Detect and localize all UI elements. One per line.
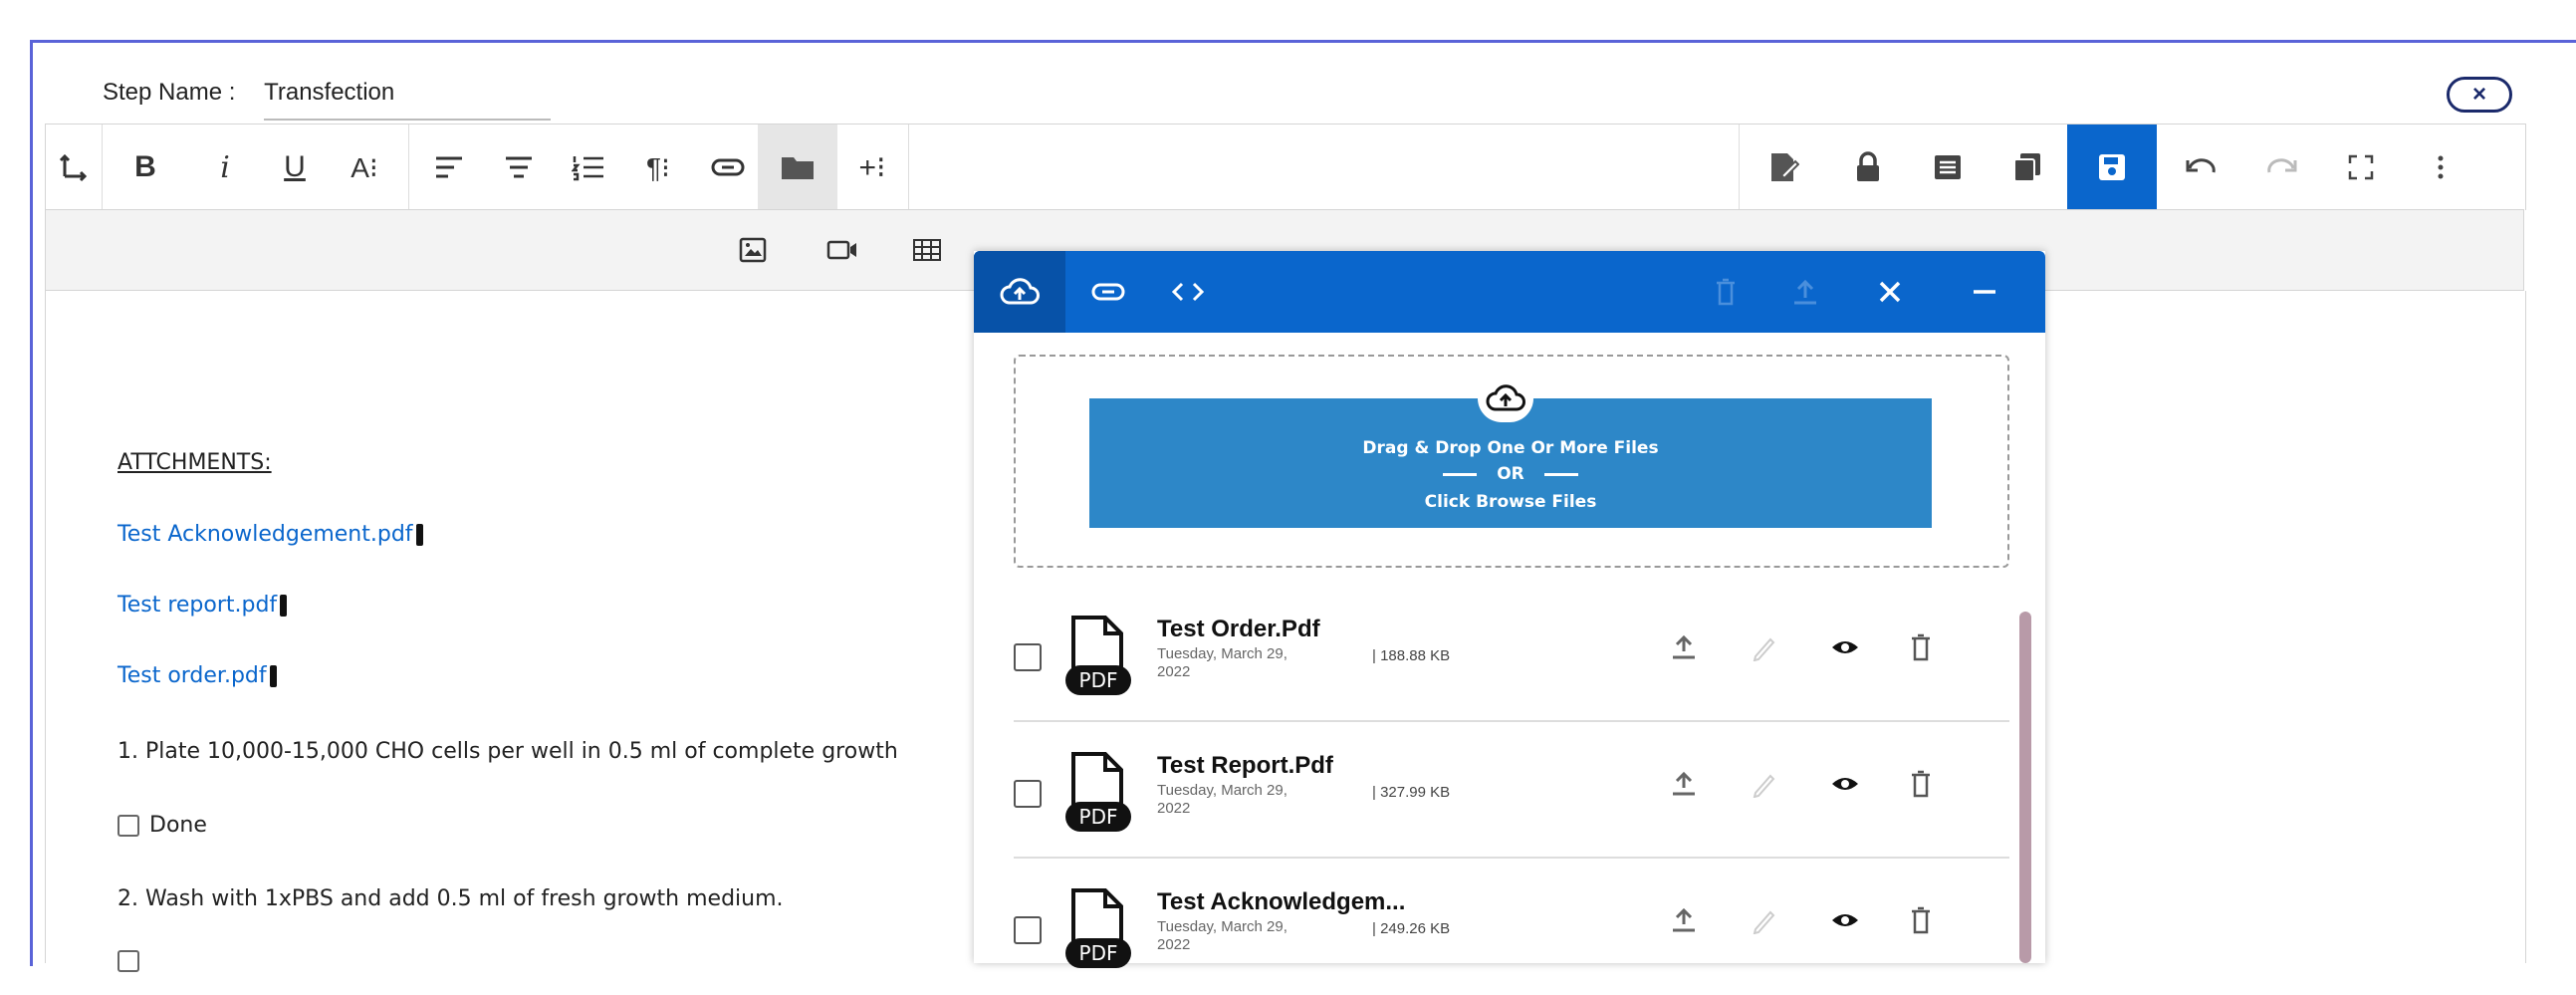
dropzone-line-1: Drag & Drop One Or More Files — [1362, 438, 1659, 458]
cursor-marker-icon — [280, 595, 288, 617]
image-icon[interactable] — [723, 210, 783, 290]
paragraph-button[interactable]: ¶⁝ — [618, 124, 698, 210]
file-type-label: PDF — [1079, 805, 1118, 829]
delete-icon[interactable] — [1910, 906, 1932, 941]
attachment-link-acknowledgement[interactable]: Test Acknowledgement.pdf — [117, 522, 423, 547]
ordered-list-icon[interactable] — [549, 124, 628, 210]
cursor-marker-icon — [269, 665, 277, 687]
font-size-button[interactable]: A⁝ — [325, 124, 404, 210]
protocol-step-1: 1. Plate 10,000-15,000 CHO cells per wel… — [117, 739, 898, 764]
attachment-link-report[interactable]: Test report.pdf — [117, 593, 288, 618]
list-view-icon[interactable] — [1908, 124, 1988, 210]
video-icon[interactable] — [813, 210, 872, 290]
file-checkbox[interactable] — [1014, 780, 1042, 808]
link-icon[interactable] — [1068, 251, 1148, 333]
table-icon[interactable] — [897, 210, 957, 290]
upload-panel-header — [974, 251, 2045, 333]
lock-icon[interactable] — [1828, 124, 1908, 210]
attachment-link-order[interactable]: Test order.pdf — [117, 663, 277, 688]
file-size: | 249.26 KB — [1372, 920, 1451, 937]
delete-icon[interactable] — [1910, 633, 1932, 668]
file-dropzone[interactable]: Drag & Drop One Or More Files OR Click B… — [1014, 355, 2009, 568]
file-date: Tuesday, March 29, 2022 — [1157, 645, 1288, 680]
move-icon[interactable] — [46, 124, 101, 210]
edit-icon[interactable] — [1751, 906, 1776, 941]
protocol-step-2: 2. Wash with 1xPBS and add 0.5 ml of fre… — [117, 886, 784, 911]
upload-icon[interactable] — [1671, 906, 1697, 941]
step-name-row: Step Name : Transfection — [103, 79, 552, 121]
editor-toolbar: B i U A⁝ ¶⁝ +⁝ — [45, 124, 2526, 210]
divider — [1443, 472, 1478, 476]
upload-icon[interactable] — [1671, 770, 1697, 805]
done-checkbox-row[interactable]: Done — [117, 813, 207, 838]
file-name: Test Report.Pdf — [1157, 752, 1333, 779]
undo-icon[interactable] — [2162, 124, 2241, 210]
fullscreen-icon[interactable] — [2321, 124, 2401, 210]
pdf-file-icon: PDF — [1065, 888, 1131, 968]
done-checkbox[interactable] — [117, 950, 139, 972]
view-icon[interactable] — [1830, 770, 1860, 805]
attachment-link-label[interactable]: Test Acknowledgement.pdf — [117, 522, 413, 547]
file-size: | 327.99 KB — [1372, 784, 1451, 801]
minimize-icon[interactable] — [1945, 251, 2024, 333]
file-type-label: PDF — [1079, 668, 1118, 692]
file-name: Test Acknowledgem... — [1157, 888, 1406, 915]
pdf-file-icon: PDF — [1065, 616, 1131, 695]
file-date: Tuesday, March 29, 2022 — [1157, 782, 1288, 817]
file-type-label: PDF — [1079, 941, 1118, 965]
edit-icon[interactable] — [1751, 770, 1776, 805]
delete-icon[interactable] — [1910, 770, 1932, 805]
done-label: Done — [149, 813, 207, 838]
attachments-heading: ATTCHMENTS: — [117, 450, 272, 475]
file-date: Tuesday, March 29, 2022 — [1157, 918, 1288, 953]
pdf-file-icon: PDF — [1065, 752, 1131, 832]
upload-icon[interactable] — [1770, 251, 1840, 333]
italic-button[interactable]: i — [185, 124, 265, 210]
file-checkbox[interactable] — [1014, 916, 1042, 944]
upload-cloud-icon[interactable] — [974, 251, 1065, 333]
dropzone-or-row: OR — [1089, 464, 1932, 484]
underline-button[interactable]: U — [255, 124, 335, 210]
view-icon[interactable] — [1830, 633, 1860, 668]
view-icon[interactable] — [1830, 906, 1860, 941]
dropzone-line-3: Click Browse Files — [1424, 492, 1597, 512]
code-icon[interactable] — [1148, 251, 1228, 333]
attachment-link-label[interactable]: Test report.pdf — [117, 593, 277, 618]
more-options-icon[interactable] — [2401, 124, 2480, 210]
upload-icon[interactable] — [1671, 633, 1697, 668]
dropzone-line-2: OR — [1497, 464, 1524, 484]
link-icon[interactable] — [688, 124, 768, 210]
edit-document-icon[interactable] — [1744, 124, 1823, 210]
done-checkbox[interactable] — [117, 815, 139, 837]
step-name-label: Step Name : — [103, 79, 236, 106]
close-button[interactable]: × — [2447, 77, 2512, 113]
insert-more-button[interactable]: +⁝ — [837, 124, 907, 210]
close-icon[interactable] — [1850, 251, 1930, 333]
file-list-scrollbar[interactable] — [2019, 612, 2031, 963]
file-name: Test Order.Pdf — [1157, 616, 1320, 642]
trash-icon[interactable] — [1691, 251, 1760, 333]
redo-icon[interactable] — [2241, 124, 2321, 210]
file-row[interactable]: PDF Test Order.Pdf Tuesday, March 29, 20… — [1014, 586, 2009, 722]
align-left-icon[interactable] — [409, 124, 489, 210]
file-row[interactable]: PDF Test Acknowledgem... Tuesday, March … — [1014, 859, 2009, 995]
divider — [1543, 472, 1578, 476]
attachment-link-label[interactable]: Test order.pdf — [117, 663, 267, 688]
cursor-marker-icon — [415, 524, 423, 546]
edit-icon[interactable] — [1751, 633, 1776, 668]
upload-cloud-icon — [1478, 374, 1533, 422]
file-checkbox[interactable] — [1014, 643, 1042, 671]
file-row[interactable]: PDF Test Report.Pdf Tuesday, March 29, 2… — [1014, 722, 2009, 859]
align-center-icon[interactable] — [479, 124, 559, 210]
bold-button[interactable]: B — [106, 124, 185, 210]
folder-icon[interactable] — [758, 124, 837, 210]
done-checkbox-row[interactable] — [117, 948, 149, 973]
save-icon[interactable] — [2067, 124, 2157, 210]
file-upload-panel: Drag & Drop One Or More Files OR Click B… — [974, 251, 2045, 968]
step-name-input[interactable]: Transfection — [264, 79, 552, 121]
copy-icon[interactable] — [1988, 124, 2067, 210]
file-size: | 188.88 KB — [1372, 647, 1451, 664]
